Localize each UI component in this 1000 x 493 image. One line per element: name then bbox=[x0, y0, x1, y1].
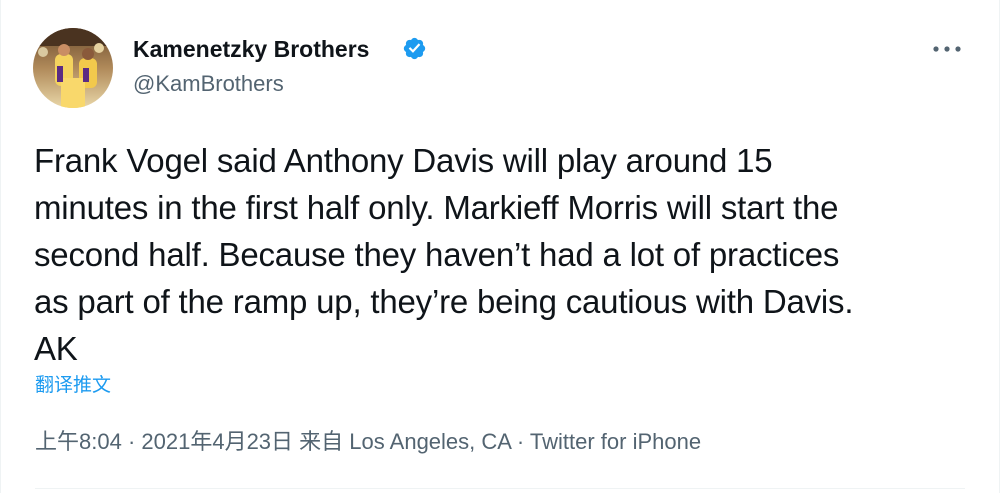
verified-badge-icon bbox=[402, 36, 427, 61]
more-options-button[interactable] bbox=[927, 33, 967, 65]
tweet-text: Frank Vogel said Anthony Davis will play… bbox=[34, 142, 854, 367]
tweet-date[interactable]: 2021年4月23日 bbox=[141, 429, 293, 454]
author-display-name[interactable]: Kamenetzky Brothers bbox=[133, 34, 369, 64]
author-handle[interactable]: @KamBrothers bbox=[133, 70, 284, 98]
translate-tweet-link[interactable]: 翻译推文 bbox=[35, 373, 111, 399]
meta-separator: · bbox=[121, 429, 142, 454]
divider bbox=[35, 488, 965, 489]
avatar[interactable] bbox=[33, 28, 113, 108]
tweet-time[interactable]: 上午8:04 bbox=[35, 429, 122, 454]
tweet-card: Kamenetzky Brothers @KamBrothers Frank V… bbox=[0, 0, 1000, 493]
tweet-metadata: 上午8:04 · 2021年4月23日 来自 Los Angeles, CA ·… bbox=[35, 427, 701, 457]
tweet-source[interactable]: Twitter for iPhone bbox=[530, 429, 701, 454]
more-options-icon bbox=[933, 46, 961, 52]
avatar-image bbox=[33, 28, 113, 108]
tweet-location[interactable]: 来自 Los Angeles, CA bbox=[299, 429, 511, 454]
meta-separator: · bbox=[510, 429, 530, 454]
